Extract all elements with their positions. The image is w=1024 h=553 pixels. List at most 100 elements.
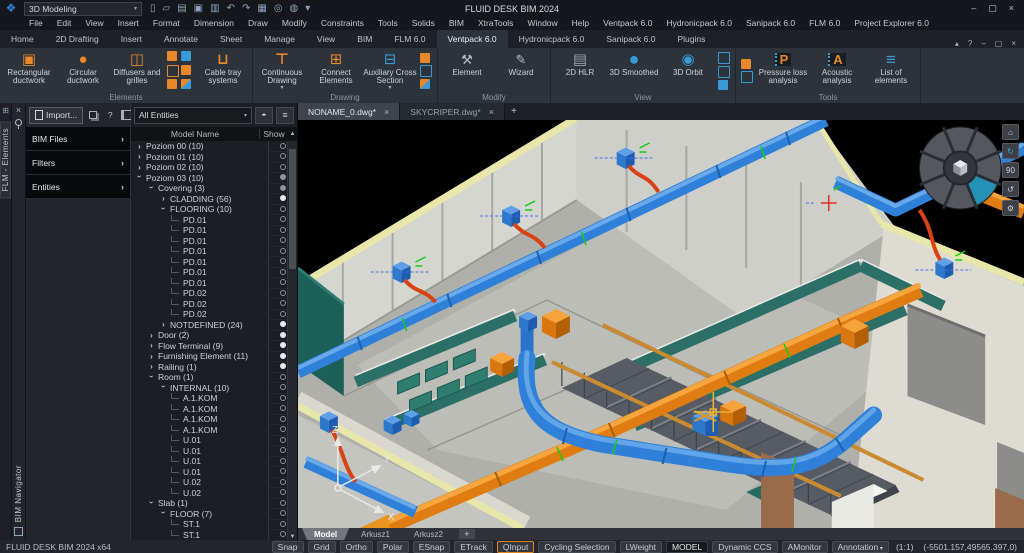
tree-row[interactable]: Railing (1) bbox=[131, 362, 297, 373]
visibility-dot[interactable] bbox=[280, 269, 286, 275]
visibility-dot[interactable] bbox=[280, 321, 286, 327]
tree-row[interactable]: A.1.KOM bbox=[131, 425, 297, 436]
undo-icon[interactable]: ↶ bbox=[227, 1, 235, 17]
menu-item[interactable]: Constraints bbox=[314, 17, 371, 30]
status-toggle-button[interactable]: Dynamic CCS bbox=[712, 541, 777, 553]
3d-model-scene[interactable]: Z Y X bbox=[298, 120, 1024, 528]
tree-expander[interactable] bbox=[171, 467, 179, 473]
tree-row[interactable]: A.1.KOM bbox=[131, 404, 297, 415]
pin-panel-icon[interactable] bbox=[15, 119, 22, 126]
tree-expander[interactable] bbox=[171, 257, 179, 263]
ribbon-tab[interactable]: Plugins bbox=[667, 30, 717, 48]
visibility-dot[interactable] bbox=[280, 458, 286, 464]
status-toggle-button[interactable]: ESnap bbox=[413, 541, 451, 553]
tree-expander[interactable] bbox=[147, 352, 156, 361]
box-icon[interactable] bbox=[181, 65, 191, 75]
visibility-dot[interactable] bbox=[280, 531, 286, 537]
print-icon[interactable]: ▥ bbox=[210, 1, 219, 17]
visibility-dot[interactable] bbox=[280, 405, 286, 411]
save-icon[interactable]: ▣ bbox=[194, 1, 203, 17]
spark-icon[interactable] bbox=[420, 53, 430, 63]
menu-item[interactable]: Format bbox=[146, 17, 187, 30]
report-icon[interactable]: ▦ bbox=[257, 1, 266, 17]
navigation-wheel[interactable] bbox=[919, 127, 1001, 209]
tree-expander[interactable] bbox=[159, 383, 168, 392]
menu-item[interactable]: Help bbox=[565, 17, 596, 30]
ribbon-button[interactable]: Pressure loss analysis bbox=[756, 49, 810, 92]
menu-item[interactable]: Ventpack 6.0 bbox=[596, 17, 659, 30]
minimize-icon[interactable]: – bbox=[971, 3, 976, 14]
ribbon-button[interactable]: Circular ductwork bbox=[56, 49, 110, 92]
status-toggle-button[interactable]: Grid bbox=[308, 541, 336, 553]
status-toggle-button[interactable]: Polar bbox=[377, 541, 409, 553]
status-toggle-button[interactable]: Annotation bbox=[832, 541, 889, 553]
tree-row[interactable]: U.01 bbox=[131, 467, 297, 478]
marker-icon[interactable] bbox=[181, 51, 191, 61]
tree-row[interactable]: Furnishing Element (11) bbox=[131, 351, 297, 362]
tree-row[interactable]: Poziom 00 (10) bbox=[131, 141, 297, 152]
panel-menu-item[interactable]: Entities › bbox=[26, 175, 130, 199]
tree-expander[interactable] bbox=[159, 320, 168, 329]
restore-icon[interactable]: ▢ bbox=[995, 39, 1003, 48]
layout-tab[interactable]: Arkusz2 bbox=[402, 528, 455, 540]
collapse-ribbon-icon[interactable]: ▴ bbox=[955, 39, 959, 48]
tree-row[interactable]: INTERNAL (10) bbox=[131, 383, 297, 394]
probe-icon[interactable] bbox=[741, 59, 751, 69]
layout-tab[interactable]: Arkusz1 bbox=[349, 528, 402, 540]
tree-expander[interactable] bbox=[171, 446, 179, 452]
tree-expander[interactable] bbox=[147, 184, 156, 193]
visibility-dot[interactable] bbox=[280, 395, 286, 401]
drawing-tab[interactable]: SKYCRIPER.dwg* × bbox=[400, 103, 505, 120]
tree-expander[interactable] bbox=[171, 477, 179, 483]
tree-row[interactable]: U.01 bbox=[131, 435, 297, 446]
visibility-dot[interactable] bbox=[280, 353, 286, 359]
ribbon-button[interactable]: Element bbox=[440, 49, 494, 92]
layout-tab[interactable]: Model bbox=[302, 528, 349, 540]
menu-item[interactable]: Solids bbox=[405, 17, 442, 30]
visibility-dot[interactable] bbox=[280, 227, 286, 233]
tree-row[interactable]: U.01 bbox=[131, 446, 297, 457]
3d-viewport-canvas[interactable]: Z Y X bbox=[298, 120, 1024, 528]
status-toggle-button[interactable]: QInput bbox=[497, 541, 535, 553]
visibility-dot[interactable] bbox=[280, 300, 286, 306]
render-icon[interactable]: ◍ bbox=[290, 1, 299, 17]
menu-item[interactable]: Project Explorer 6.0 bbox=[847, 17, 936, 30]
visibility-dot[interactable] bbox=[280, 500, 286, 506]
tree-row[interactable]: PD.01 bbox=[131, 225, 297, 236]
unit-icon[interactable] bbox=[167, 79, 177, 89]
tree-expander[interactable] bbox=[147, 499, 156, 508]
tree-row[interactable]: A.1.KOM bbox=[131, 393, 297, 404]
ribbon-button[interactable]: 3D Orbit bbox=[661, 49, 715, 92]
settings-gear-icon[interactable]: ⚙ bbox=[1002, 200, 1019, 216]
tree-expander[interactable] bbox=[159, 194, 168, 203]
ribbon-tab[interactable]: Sheet bbox=[209, 30, 253, 48]
tree-row[interactable]: ST.1 bbox=[131, 530, 297, 541]
column-settings-icon[interactable]: ≡ bbox=[276, 107, 294, 124]
tree-row[interactable]: Poziom 01 (10) bbox=[131, 152, 297, 163]
tree-row[interactable]: NOTDEFINED (24) bbox=[131, 320, 297, 331]
menu-item[interactable]: File bbox=[22, 17, 50, 30]
ribbon-tab[interactable]: Hydronicpack 6.0 bbox=[508, 30, 596, 48]
ribbon-button[interactable]: Diffusers and grilles bbox=[110, 49, 164, 92]
tree-row[interactable]: Door (2) bbox=[131, 330, 297, 341]
status-toggle-button[interactable]: Cycling Selection bbox=[538, 541, 615, 553]
menu-item[interactable]: Tools bbox=[371, 17, 405, 30]
cube-top-icon[interactable] bbox=[718, 52, 730, 64]
tree-row[interactable]: PD.01 bbox=[131, 278, 297, 289]
tree-expander[interactable] bbox=[171, 278, 179, 284]
tree-row[interactable]: PD.01 bbox=[131, 215, 297, 226]
ribbon-button[interactable]: Rectangular ductwork bbox=[2, 49, 56, 92]
ribbon-button[interactable]: Continuous Drawing ▾ bbox=[255, 49, 309, 92]
tree-expander[interactable] bbox=[135, 152, 144, 161]
visibility-dot[interactable] bbox=[280, 258, 286, 264]
tree-row[interactable]: PD.01 bbox=[131, 267, 297, 278]
tree-row[interactable]: Covering (3) bbox=[131, 183, 297, 194]
tree-expander[interactable] bbox=[159, 205, 168, 214]
tree-row[interactable]: PD.02 bbox=[131, 309, 297, 320]
status-toggle-button[interactable]: AMonitor bbox=[782, 541, 828, 553]
ribbon-tab[interactable]: FLM 6.0 bbox=[383, 30, 436, 48]
ribbon-tab[interactable]: Ventpack 6.0 bbox=[437, 30, 508, 48]
minimize-icon[interactable]: – bbox=[981, 39, 985, 48]
tree-expander[interactable] bbox=[171, 309, 179, 315]
visibility-dot[interactable] bbox=[280, 174, 286, 180]
